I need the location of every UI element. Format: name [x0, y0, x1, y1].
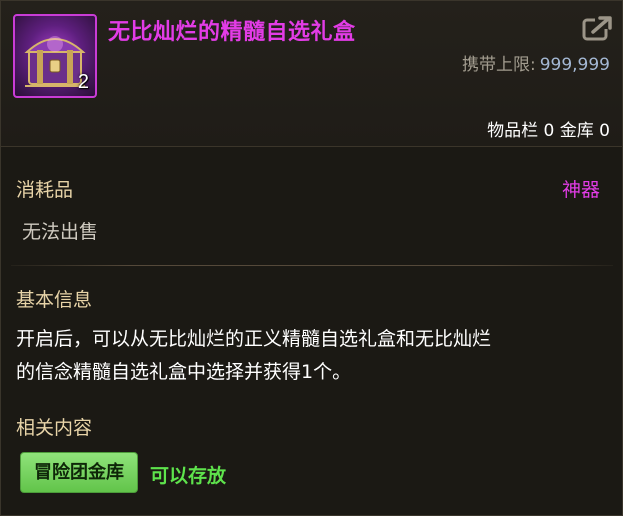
- share-link-icon[interactable]: [581, 14, 615, 42]
- carry-limit-value: 999,999: [539, 55, 610, 75]
- basic-info-title: 基本信息: [16, 289, 93, 311]
- description-line: 的信念精髓自选礼盒中选择并获得1个。: [16, 361, 352, 383]
- adventure-vault-button[interactable]: 冒险团金库: [20, 452, 138, 493]
- related-content-title: 相关内容: [16, 417, 93, 439]
- item-category: 消耗品: [16, 179, 74, 201]
- item-stack-count: 2: [77, 71, 89, 93]
- storable-status: 可以存放: [150, 465, 227, 487]
- carry-limit: 携带上限: 999,999: [462, 50, 610, 75]
- vault-label: 金库: [559, 121, 594, 141]
- sell-status: 无法出售: [22, 221, 99, 243]
- storage-counts: 物品栏 0 金库 0: [487, 116, 610, 141]
- inventory-label: 物品栏: [487, 121, 539, 141]
- item-tooltip: 2 无比灿烂的精髓自选礼盒 携带上限: 999,999 物品栏 0 金库 0 消耗…: [0, 0, 623, 516]
- inventory-count: 0: [543, 121, 555, 141]
- vault-count: 0: [599, 121, 610, 141]
- carry-limit-label: 携带上限:: [461, 55, 536, 75]
- section-divider: [11, 265, 613, 266]
- treasure-chest-icon: 2: [13, 14, 97, 98]
- item-name: 无比灿烂的精髓自选礼盒: [108, 20, 356, 45]
- item-description: 开启后，可以从无比灿烂的正义精髓自选礼盒和无比灿烂 的信念精髓自选礼盒中选择并获…: [16, 323, 612, 389]
- item-grade: 神器: [561, 179, 600, 201]
- description-line: 开启后，可以从无比灿烂的正义精髓自选礼盒和无比灿烂: [16, 328, 492, 350]
- tooltip-header: 2 无比灿烂的精髓自选礼盒 携带上限: 999,999 物品栏 0 金库 0: [1, 1, 622, 147]
